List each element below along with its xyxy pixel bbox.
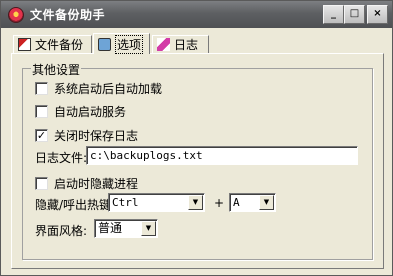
log-icon xyxy=(157,38,170,51)
selected-value: Ctrl xyxy=(112,196,139,209)
app-window: 文件备份助手 _ □ × 文件备份 选项 日志 其他设置 系统启动后自动加载 自… xyxy=(0,0,393,276)
window-title: 文件备份助手 xyxy=(30,8,106,22)
maximize-button[interactable]: □ xyxy=(344,5,365,24)
log-file-label: 日志文件: xyxy=(35,151,88,165)
log-file-input[interactable]: c:\backuplogs.txt xyxy=(86,146,358,165)
checkbox-label: 关闭时保存日志 xyxy=(54,129,139,143)
minimize-button[interactable]: _ xyxy=(323,5,344,24)
chevron-down-icon[interactable]: ▼ xyxy=(259,195,274,210)
checkbox-label: 自动启动服务 xyxy=(54,105,127,119)
save-log-on-close-checkbox[interactable]: ✓ 关闭时保存日志 xyxy=(35,127,138,144)
checkbox-box[interactable] xyxy=(35,177,48,190)
tab-file-backup[interactable]: 文件备份 xyxy=(13,35,92,53)
tab-options[interactable]: 选项 xyxy=(93,33,150,54)
hide-process-checkbox[interactable]: 启动时隐藏进程 xyxy=(35,175,138,192)
app-logo-icon xyxy=(8,6,24,23)
chevron-down-icon[interactable]: ▼ xyxy=(188,195,203,210)
group-title: 其他设置 xyxy=(31,61,82,78)
options-icon xyxy=(98,37,111,51)
selected-value: 普通 xyxy=(98,221,123,235)
style-label: 界面风格: xyxy=(35,224,88,238)
tab-label: 选项 xyxy=(115,34,144,54)
autostart-service-checkbox[interactable]: 自动启动服务 xyxy=(35,103,126,120)
checkbox-label: 启动时隐藏进程 xyxy=(54,177,139,191)
checkbox-label: 系统启动后自动加载 xyxy=(54,82,163,96)
plus-sign: + xyxy=(214,196,225,210)
tab-label: 文件备份 xyxy=(35,38,84,52)
close-button[interactable]: × xyxy=(367,5,388,24)
autoload-checkbox[interactable]: 系统启动后自动加载 xyxy=(35,80,162,97)
tab-label: 日志 xyxy=(174,38,199,52)
chevron-down-icon[interactable]: ▼ xyxy=(141,221,156,236)
hotkey-key-select[interactable]: A ▼ xyxy=(229,193,276,212)
checkbox-box[interactable] xyxy=(35,105,48,118)
selected-value: A xyxy=(233,196,240,209)
file-icon xyxy=(18,38,31,51)
style-select[interactable]: 普通 ▼ xyxy=(94,219,158,238)
hotkey-modifier-select[interactable]: Ctrl ▼ xyxy=(108,193,205,212)
checkbox-box[interactable]: ✓ xyxy=(35,129,48,142)
tab-log[interactable]: 日志 xyxy=(152,35,209,53)
hotkey-label: 隐藏/呼出热键 xyxy=(35,198,112,212)
title-bar[interactable]: 文件备份助手 _ □ × xyxy=(1,1,392,28)
checkbox-box[interactable] xyxy=(35,82,48,95)
